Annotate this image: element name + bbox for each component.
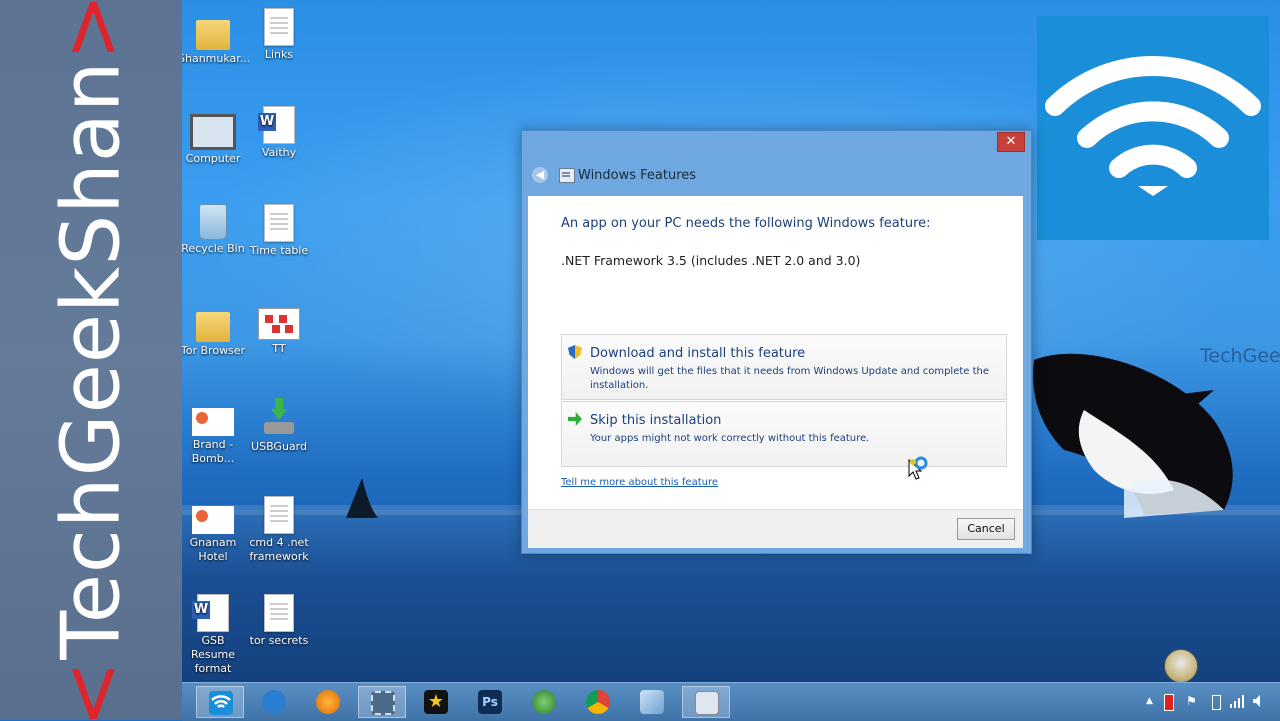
wifi-logo-tile (1037, 16, 1269, 240)
vlc-icon (316, 690, 340, 714)
document-icon (264, 594, 294, 632)
watermark-text: TechGeek (1200, 345, 1280, 367)
spreadsheet-icon (258, 308, 300, 340)
taskbar-item-film[interactable] (358, 686, 406, 718)
dialog-footer: Cancel (528, 509, 1023, 548)
taskbar-item-globe[interactable] (520, 686, 568, 718)
desktop-icon-brand[interactable]: Brand - Bomb... (182, 398, 248, 466)
desktop-icon-links[interactable]: Links (244, 8, 314, 62)
taskbar-item-windows-features[interactable] (682, 686, 730, 718)
mouse-cursor-icon (908, 456, 928, 480)
banner-text: <TechGeekShan> (44, 0, 138, 720)
image-file-icon (192, 506, 234, 534)
desktop-icon-gsb-resume[interactable]: W GSB Resume format (182, 594, 248, 676)
green-arrow-icon (568, 412, 582, 426)
computer-icon (190, 114, 236, 150)
taskbar-item-media-player[interactable] (250, 686, 298, 718)
wifi-icon (209, 691, 233, 715)
dialog-title: Windows Features (578, 168, 697, 183)
desktop-icon-tor-browser[interactable]: Tor Browser (182, 300, 248, 358)
orca-fin-image (346, 478, 378, 518)
dialog-header: ◀ Windows Features (530, 161, 1020, 191)
taskbar-item-chrome[interactable] (574, 686, 622, 718)
cancel-button[interactable]: Cancel (957, 518, 1015, 540)
taskbar: ★ Ps ▲ ⚑ (182, 682, 1280, 721)
dialog-body: An app on your PC needs the following Wi… (528, 196, 1023, 509)
desktop-icon-recycle-bin[interactable]: Recycle Bin (182, 204, 248, 256)
wifi-icon (1045, 56, 1261, 196)
desktop-icon-usbguard[interactable]: USBGuard (244, 398, 314, 454)
option-title: Download and install this feature (590, 346, 806, 361)
windows-features-dialog: ✕ ◀ Windows Features An app on your PC n… (521, 130, 1032, 554)
desktop-icon-user-folder[interactable]: Shanmukar... (182, 8, 250, 66)
document-icon (264, 8, 294, 46)
taskbar-item-vlc[interactable] (304, 686, 352, 718)
globe-icon (532, 690, 556, 714)
word-document-icon: W (192, 594, 229, 632)
document-icon (264, 204, 294, 242)
orca-image (1033, 353, 1233, 518)
taskbar-item-photoshop[interactable]: Ps (466, 686, 514, 718)
word-document-icon: W (258, 106, 295, 144)
option-description: Your apps might not work correctly witho… (590, 433, 870, 444)
feature-name: .NET Framework 3.5 (includes .NET 2.0 an… (561, 253, 861, 268)
channel-banner: <TechGeekShan> (0, 0, 182, 720)
desktop-icon-cmd-net[interactable]: cmd 4 .net framework (244, 496, 314, 564)
desktop-icon-tt[interactable]: TT (244, 300, 314, 356)
desktop-icon-computer[interactable]: Computer (182, 106, 248, 166)
action-center-flag-icon[interactable]: ⚑ (1186, 694, 1197, 708)
image-file-icon (192, 408, 234, 436)
desktop-icon-time-table[interactable]: Time table (244, 204, 314, 258)
desktop-icon-gnanam-hotel[interactable]: Gnanam Hotel (182, 496, 248, 564)
folder-icon (196, 312, 230, 342)
photoshop-icon: Ps (478, 690, 502, 714)
desktop-icon-tor-secrets[interactable]: tor secrets (244, 594, 314, 648)
taskbar-item-movie-maker[interactable]: ★ (412, 686, 460, 718)
battery-icon[interactable] (1212, 695, 1221, 710)
media-player-icon (262, 690, 286, 714)
globe-orb-icon[interactable] (1164, 649, 1198, 683)
uac-shield-icon (568, 345, 582, 359)
tray-app-icon[interactable] (1164, 694, 1174, 711)
download-install-option[interactable]: Download and install this feature Window… (561, 334, 1007, 400)
volume-icon[interactable] (1252, 694, 1266, 708)
taskbar-item-wifi[interactable] (196, 686, 244, 718)
dialog-prompt: An app on your PC needs the following Wi… (561, 216, 931, 231)
close-button[interactable]: ✕ (997, 132, 1025, 152)
skip-installation-option[interactable]: Skip this installation Your apps might n… (561, 401, 1007, 467)
show-hidden-icons-arrow[interactable]: ▲ (1146, 696, 1153, 706)
taskbar-item-control-panel[interactable] (628, 686, 676, 718)
usb-download-icon (262, 398, 296, 438)
film-icon (371, 691, 395, 715)
back-arrow-icon[interactable]: ◀ (532, 167, 548, 183)
desktop-icon-vaithy[interactable]: W Vaithy (244, 106, 314, 160)
recycle-bin-icon (199, 204, 227, 240)
folder-icon (196, 20, 230, 50)
windows-features-icon (695, 691, 719, 715)
signal-strength-icon[interactable] (1230, 694, 1244, 708)
option-description: Windows will get the files that it needs… (590, 366, 990, 391)
star-movie-icon: ★ (424, 690, 448, 714)
chrome-icon (586, 690, 610, 714)
option-title: Skip this installation (590, 413, 722, 428)
windows-features-icon (559, 168, 575, 183)
document-icon (264, 496, 294, 534)
tell-me-more-link[interactable]: Tell me more about this feature (561, 477, 718, 488)
control-panel-icon (640, 690, 664, 714)
system-tray: ▲ ⚑ (1142, 683, 1272, 721)
